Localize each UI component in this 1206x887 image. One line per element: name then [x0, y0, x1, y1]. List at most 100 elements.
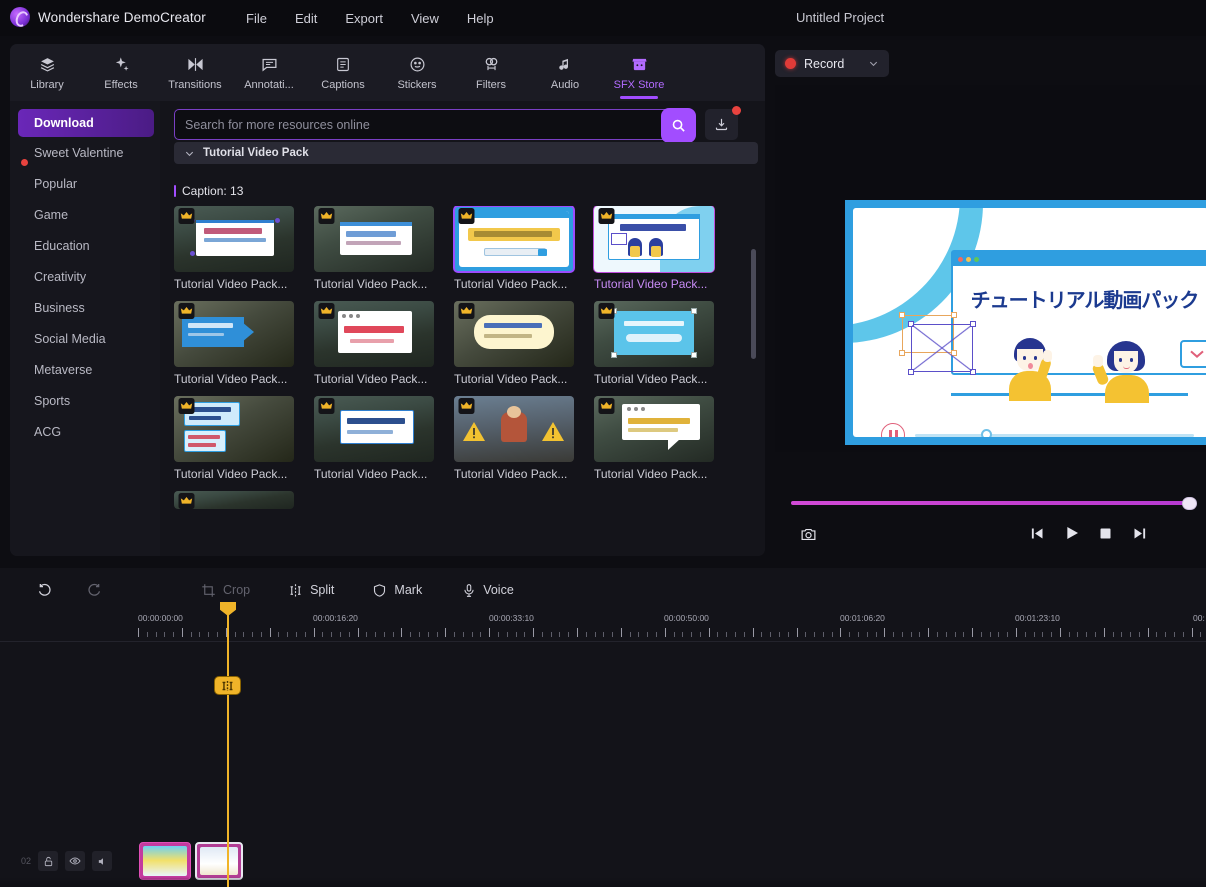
download-badge-dot [21, 159, 28, 166]
mark-button[interactable]: Mark [359, 579, 435, 602]
snapshot-button[interactable] [799, 526, 818, 546]
crown-icon [458, 398, 475, 414]
chevron-down-icon [185, 151, 194, 156]
artwork-window: チュートリアル動画パック [951, 250, 1206, 375]
crop-icon [202, 583, 215, 597]
timeline-ruler[interactable]: 00:00:00:00 00:00:16:20 00:00:33:10 00:0… [0, 612, 1206, 642]
menu-item-edit[interactable]: Edit [281, 9, 331, 28]
asset-item[interactable]: Tutorial Video Pack... [454, 396, 574, 481]
chevron-down-icon [869, 61, 878, 67]
sidebar-item-sweet-valentine[interactable]: Sweet Valentine [10, 137, 160, 168]
ruler-timecode: 00:01:06:20 [840, 613, 885, 623]
toolbar-label: Voice [483, 583, 514, 597]
preview-artwork: チュートリアル動画パック [853, 208, 1206, 437]
asset-label: Tutorial Video Pack... [314, 467, 428, 481]
sidebar-item-metaverse[interactable]: Metaverse [10, 354, 160, 385]
sidebar-item-download[interactable]: Download [18, 109, 154, 137]
tab-effects[interactable]: Effects [84, 46, 158, 100]
search-input[interactable] [175, 111, 683, 138]
record-button[interactable]: Record [775, 50, 889, 77]
sidebar-item-popular[interactable]: Popular [10, 168, 160, 199]
artwork-progress-track [915, 434, 1194, 437]
preview-progress-handle[interactable] [1182, 497, 1197, 510]
playhead[interactable] [220, 602, 236, 887]
split-button[interactable]: Split [275, 579, 347, 602]
voice-button[interactable]: Voice [449, 579, 527, 602]
asset-item[interactable]: Tutorial Video Pack... [174, 301, 294, 386]
store-content: Tutorial Video Pack Caption: 13 [160, 101, 765, 556]
asset-thumbnail [314, 301, 434, 367]
tab-annotations[interactable]: Annotati... [232, 46, 306, 100]
preview-progress[interactable] [791, 497, 1197, 510]
tab-library[interactable]: Library [10, 46, 84, 100]
sidebar-item-business[interactable]: Business [10, 292, 160, 323]
sidebar-item-creativity[interactable]: Creativity [10, 261, 160, 292]
track-mute-button[interactable] [92, 851, 112, 871]
undo-button[interactable] [24, 578, 73, 602]
search-button[interactable] [661, 108, 696, 143]
tab-captions[interactable]: Captions [306, 46, 380, 100]
asset-item[interactable] [174, 491, 294, 509]
tab-sfx-store[interactable]: SFX Store [602, 46, 676, 100]
asset-label: Tutorial Video Pack... [174, 372, 288, 386]
menu-item-view[interactable]: View [397, 9, 453, 28]
sidebar-item-sports[interactable]: Sports [10, 385, 160, 416]
asset-item[interactable]: Tutorial Video Pack... [314, 301, 434, 386]
brand: Wondershare DemoCreator [10, 7, 206, 27]
tab-label: Filters [476, 78, 506, 91]
category-sidebar: Download Sweet Valentine Popular Game Ed… [10, 101, 160, 556]
asset-thumbnail [594, 301, 714, 367]
search-box[interactable] [174, 108, 696, 143]
asset-grid-scrollbar[interactable] [751, 249, 756, 359]
character-girl [1091, 341, 1153, 403]
sidebar-item-education[interactable]: Education [10, 230, 160, 261]
mark-icon [374, 583, 386, 597]
previous-frame-button[interactable] [1029, 526, 1046, 544]
crop-button[interactable]: Crop [188, 579, 263, 602]
asset-item[interactable]: Tutorial Video Pack... [174, 396, 294, 481]
sidebar-item-acg[interactable]: ACG [10, 416, 160, 447]
tab-label: Library [30, 78, 64, 91]
preview-progress-track[interactable] [791, 497, 1197, 510]
tab-filters[interactable]: Filters [454, 46, 528, 100]
sidebar-item-game[interactable]: Game [10, 199, 160, 230]
tab-label: Audio [550, 78, 580, 91]
crown-icon [458, 303, 475, 319]
play-button[interactable] [1064, 525, 1080, 544]
tab-audio[interactable]: Audio [528, 46, 602, 100]
asset-item[interactable]: Tutorial Video Pack... [454, 301, 574, 386]
democreator-logo-icon [10, 7, 30, 27]
asset-thumbnail [174, 206, 294, 272]
sidebar-item-social-media[interactable]: Social Media [10, 323, 160, 354]
speaker-icon [98, 857, 103, 865]
section-accent-bar [174, 185, 176, 197]
preview-canvas[interactable]: チュートリアル動画パック [775, 85, 1206, 452]
timeline-clip[interactable] [195, 842, 243, 880]
asset-item[interactable]: Tutorial Video Pack... [453, 206, 575, 291]
redo-icon [88, 583, 101, 596]
track-visibility-button[interactable] [65, 851, 85, 871]
menu-item-file[interactable]: File [232, 9, 281, 28]
track-lock-button[interactable] [38, 851, 58, 871]
asset-item[interactable]: Tutorial Video Pack... [594, 396, 714, 481]
split-marker-icon[interactable] [214, 676, 241, 695]
stop-button[interactable] [1098, 526, 1113, 544]
placeholder-selection-box[interactable] [908, 321, 976, 375]
tab-transitions[interactable]: Transitions [158, 46, 232, 100]
asset-item[interactable]: Tutorial Video Pack... [174, 206, 294, 291]
menu-item-help[interactable]: Help [453, 9, 508, 28]
asset-item[interactable]: Tutorial Video Pack... [314, 396, 434, 481]
pack-header[interactable]: Tutorial Video Pack [174, 142, 758, 164]
preview-panel: Record チュートリアル動画パック [775, 44, 1206, 556]
asset-item[interactable]: Tutorial Video Pack... [593, 206, 715, 291]
downloads-button[interactable] [705, 106, 741, 140]
redo-button[interactable] [73, 578, 122, 602]
menu-item-export[interactable]: Export [331, 9, 397, 28]
next-frame-button[interactable] [1131, 526, 1148, 544]
tab-stickers[interactable]: Stickers [380, 46, 454, 100]
asset-item[interactable]: Tutorial Video Pack... [314, 206, 434, 291]
asset-item[interactable]: Tutorial Video Pack... [594, 301, 714, 386]
timeline-clip[interactable] [139, 842, 191, 880]
asset-label: Tutorial Video Pack... [594, 277, 708, 291]
crown-icon [598, 398, 615, 414]
